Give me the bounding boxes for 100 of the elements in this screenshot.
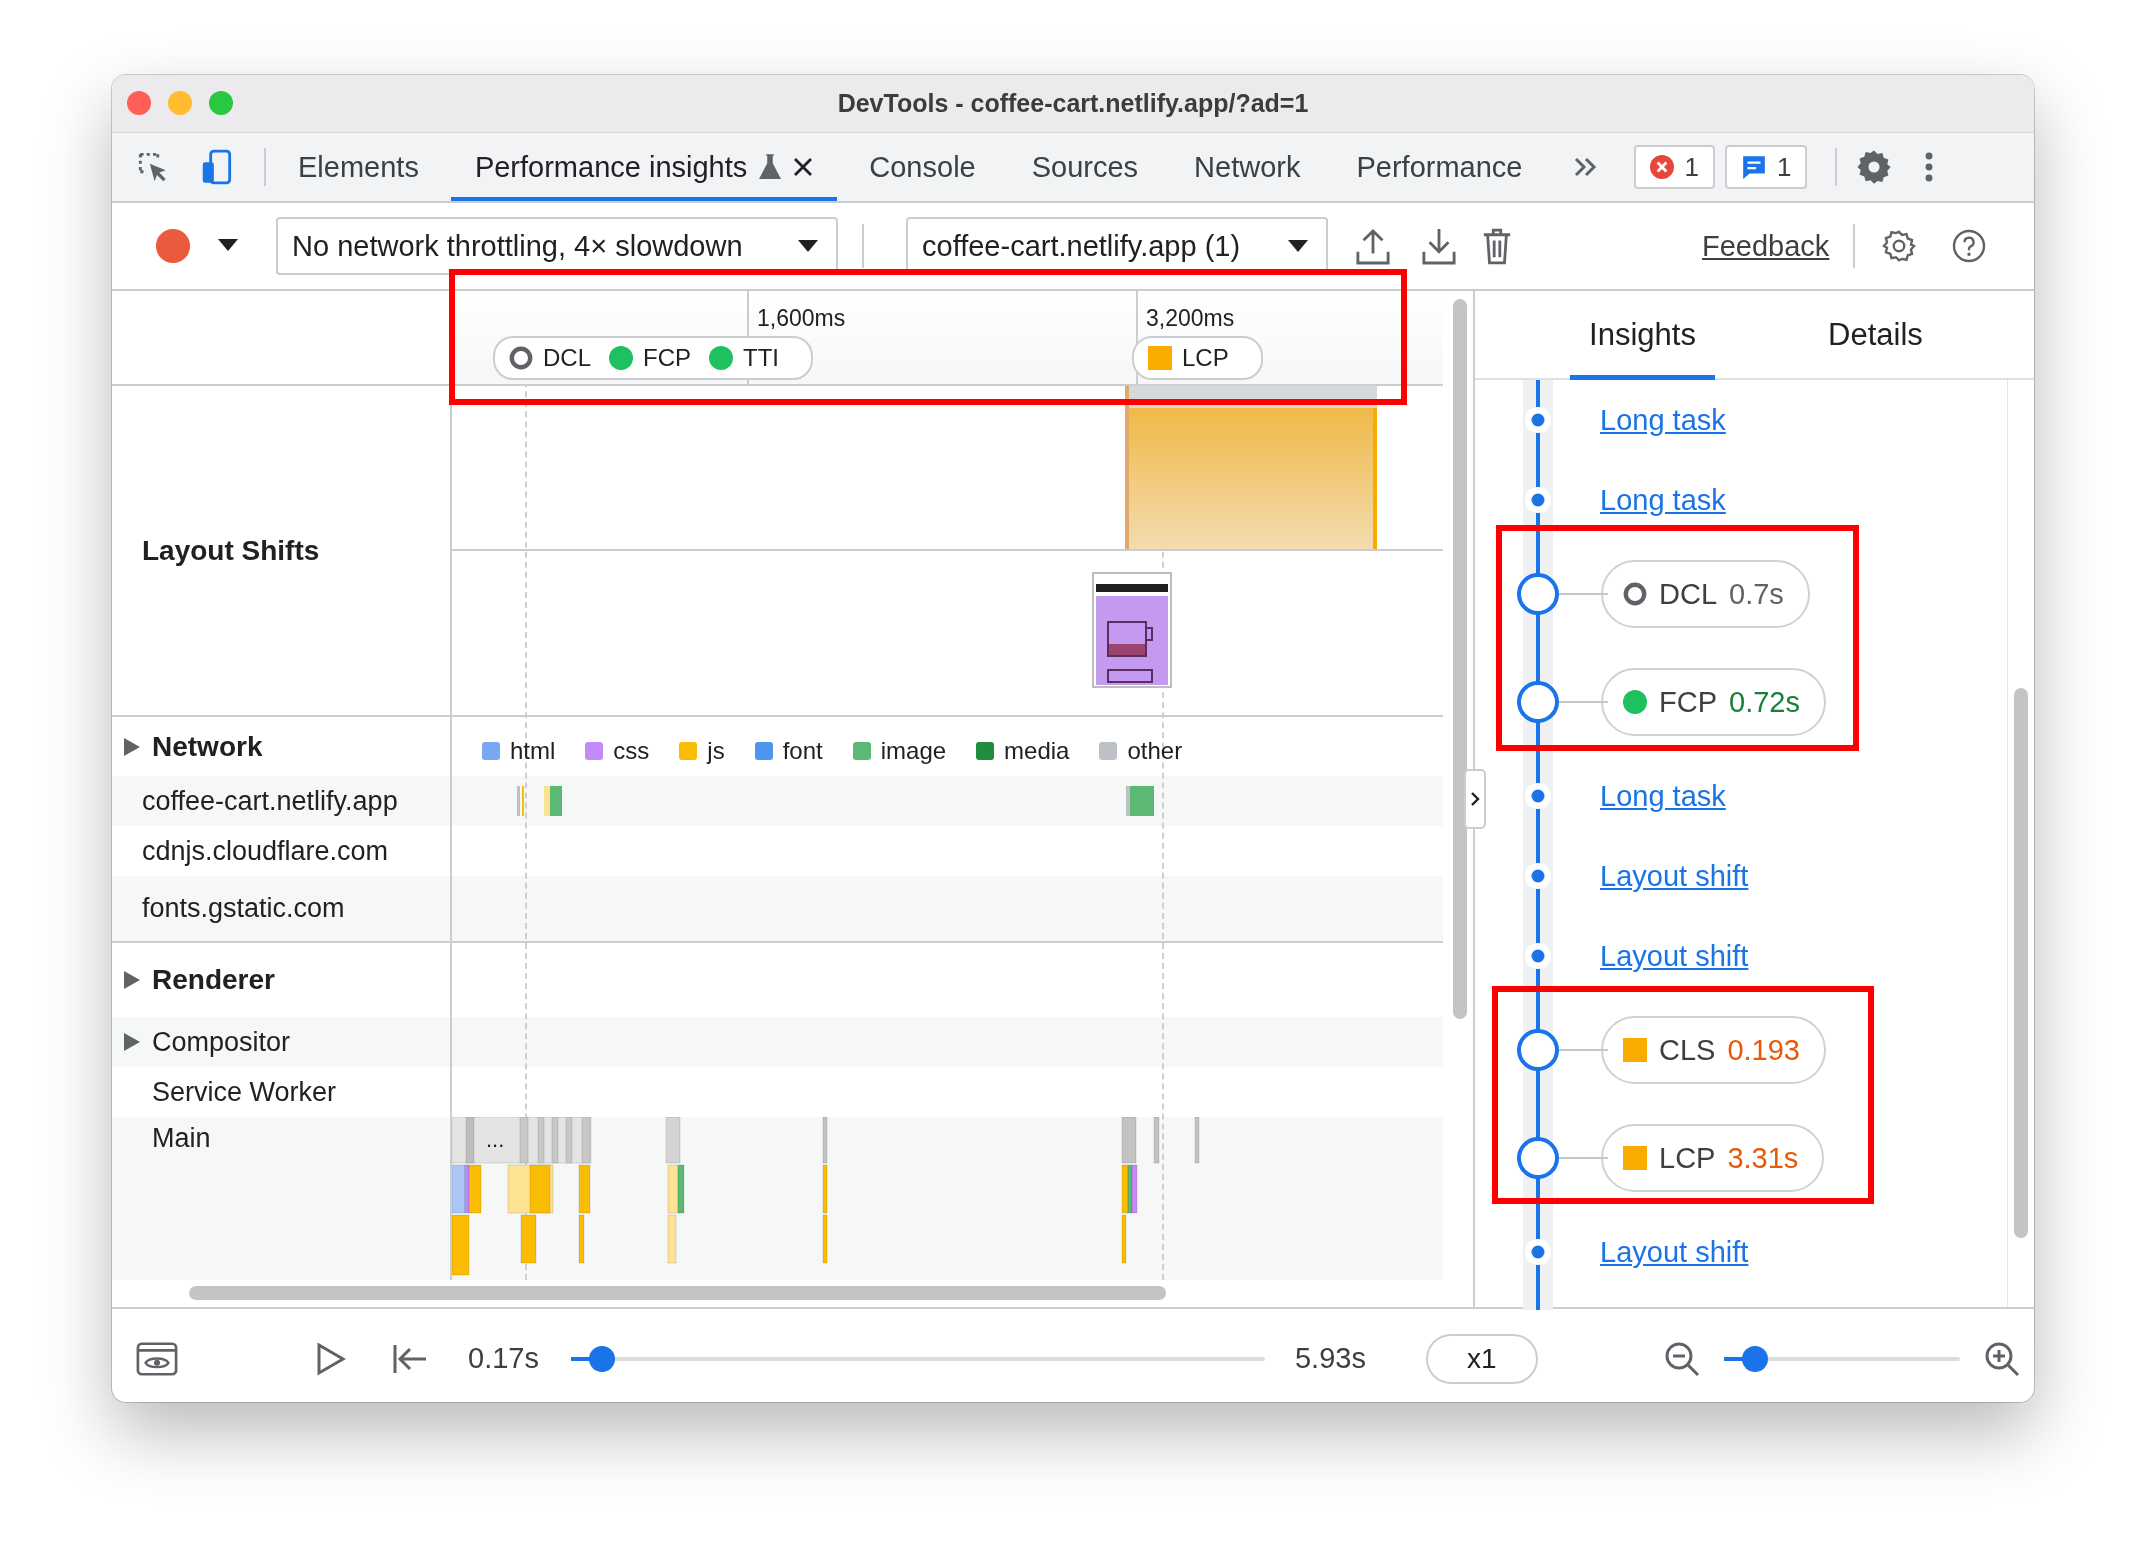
task-bar[interactable] (520, 1214, 537, 1264)
task-bar[interactable] (578, 1164, 591, 1214)
flask-icon (759, 154, 782, 180)
task-bar[interactable] (1121, 1117, 1137, 1164)
end-time: 5.93s (1294, 1342, 1366, 1375)
lcp-region[interactable] (1125, 386, 1377, 550)
task-bar[interactable] (1131, 1164, 1138, 1214)
task-bar[interactable] (665, 1117, 681, 1164)
vertical-scrollbar[interactable] (1453, 299, 1467, 1019)
expand-triangle-icon[interactable] (124, 1033, 140, 1051)
host-label: fonts.gstatic.com (142, 893, 345, 924)
task-bar[interactable] (822, 1214, 828, 1264)
insight-link[interactable]: Layout shift (1600, 939, 1749, 973)
host-label: coffee-cart.netlify.app (142, 785, 398, 817)
host-label: cdnjs.cloudflare.com (142, 835, 389, 867)
collapse-sidebar-button[interactable] (1464, 769, 1486, 829)
feedback-link[interactable]: Feedback (1702, 229, 1830, 263)
square-icon (1623, 1038, 1647, 1062)
issue-counter[interactable]: 1 (1634, 145, 1715, 189)
thread-label: Main (151, 1123, 211, 1154)
zoom-out-icon[interactable] (1663, 1340, 1700, 1377)
collapsed-tasks-label: ... (486, 1127, 505, 1152)
dot-icon (609, 346, 633, 370)
square-icon (1148, 346, 1172, 370)
track-label: Network (152, 730, 263, 763)
task-bar[interactable] (465, 1117, 475, 1164)
legend-label: css (613, 737, 650, 765)
download-icon[interactable] (1422, 227, 1456, 265)
legend-label: font (782, 737, 823, 765)
screenshot-thumbnail-drawing[interactable] (1092, 572, 1172, 688)
close-window-button[interactable] (127, 91, 151, 115)
screenshot-toggle-icon[interactable] (136, 1340, 178, 1377)
thread-label[interactable]: Compositor (124, 1026, 291, 1058)
task-bar[interactable] (667, 1214, 677, 1264)
task-bar[interactable] (551, 1117, 559, 1164)
metric-marker-pill[interactable]: DCL FCP TTI (493, 336, 813, 380)
legend-label: image (880, 737, 947, 765)
task-bar[interactable] (581, 1117, 591, 1164)
task-bar[interactable] (1153, 1117, 1160, 1164)
task-bar[interactable] (1121, 1214, 1127, 1264)
metric-marker-pill[interactable]: LCP (1132, 336, 1263, 380)
panel-tab[interactable]: Console (845, 133, 1000, 201)
dot-icon (1623, 690, 1647, 714)
panel-tab[interactable]: Network (1170, 133, 1325, 201)
trash-icon[interactable] (1482, 227, 1512, 265)
legend-label: html (510, 737, 556, 765)
minimize-window-button[interactable] (168, 91, 192, 115)
zoom-window-button[interactable] (209, 91, 233, 115)
horizontal-scrollbar[interactable] (189, 1286, 1166, 1300)
task-bar[interactable] (565, 1117, 573, 1164)
task-bar[interactable] (822, 1117, 828, 1164)
settings-icon[interactable] (1881, 228, 1918, 264)
expand-triangle-icon[interactable] (124, 737, 140, 756)
expand-triangle-icon[interactable] (124, 971, 140, 989)
error-icon (1650, 155, 1675, 179)
playback-speed-button[interactable]: x1 (1425, 1333, 1538, 1384)
insight-link[interactable]: Long task (1600, 483, 1726, 517)
insight-link[interactable]: Layout shift (1600, 859, 1749, 893)
task-bar[interactable] (537, 1117, 545, 1164)
skip-to-start-icon[interactable] (392, 1342, 428, 1375)
panel-tab[interactable]: Performance (1332, 133, 1547, 201)
task-bar[interactable] (667, 1164, 679, 1214)
legend-label: other (1127, 737, 1183, 765)
panel-tab[interactable]: Sources (1007, 133, 1163, 201)
issue-counter[interactable]: 1 (1724, 145, 1808, 189)
task-bar[interactable] (677, 1164, 685, 1214)
task-bar[interactable] (452, 1214, 470, 1276)
task-bar[interactable] (578, 1214, 585, 1264)
throttling-dropdown[interactable]: No network throttling, 4× slowdown (276, 217, 838, 275)
insight-link[interactable]: Long task (1600, 779, 1726, 813)
upload-icon[interactable] (1356, 227, 1390, 265)
task-bar[interactable] (822, 1164, 828, 1214)
playhead-slider-thumb[interactable] (589, 1345, 616, 1372)
panel-tab[interactable]: Performance insights (450, 133, 838, 201)
play-icon[interactable] (316, 1341, 346, 1376)
task-bar[interactable] (1194, 1117, 1200, 1164)
metric-pill[interactable]: FCP 0.72s (1601, 668, 1826, 736)
caret-icon[interactable] (218, 239, 238, 253)
panel-tab[interactable]: Elements (274, 133, 443, 201)
task-bar[interactable] (468, 1164, 482, 1214)
task-bar[interactable] (519, 1117, 529, 1164)
sidebar-tab[interactable]: Insights (1570, 291, 1715, 380)
ring-icon (509, 346, 533, 370)
ring-icon (1623, 582, 1647, 606)
track-label: Layout Shifts (142, 534, 320, 567)
metric-pill[interactable]: LCP 3.31s (1601, 1124, 1825, 1192)
track-label: Renderer (152, 964, 275, 996)
task-bar[interactable] (529, 1164, 551, 1214)
close-icon[interactable] (793, 157, 814, 177)
help-icon[interactable] (1951, 228, 1988, 264)
metric-pill[interactable]: CLS 0.193 (1601, 1016, 1826, 1084)
thread-label: Service Worker (151, 1076, 337, 1108)
zoom-slider-thumb[interactable] (1741, 1345, 1768, 1372)
vertical-scrollbar[interactable] (2014, 688, 2028, 1238)
zoom-in-icon[interactable] (1983, 1340, 2020, 1377)
insight-link[interactable]: Layout shift (1600, 1235, 1749, 1269)
sidebar-tab[interactable]: Details (1803, 291, 1948, 380)
insight-link[interactable]: Long task (1600, 403, 1726, 437)
record-button[interactable] (154, 227, 192, 265)
metric-pill[interactable]: DCL 0.7s (1601, 560, 1810, 628)
